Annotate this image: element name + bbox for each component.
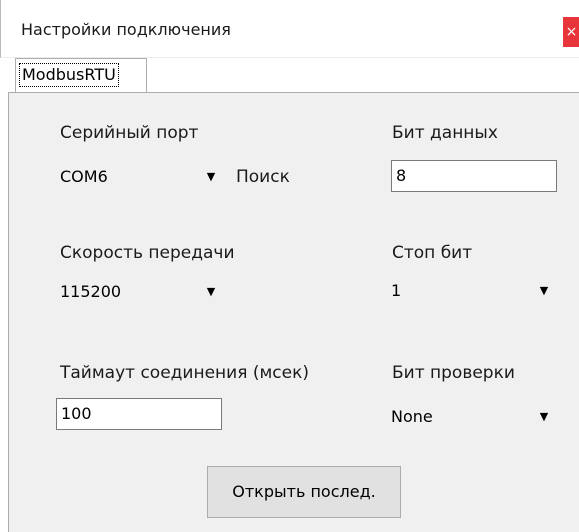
baud-rate-label: Скорость передачи	[60, 243, 235, 263]
window-title: Настройки подключения	[21, 20, 231, 39]
timeout-input[interactable]: 100	[56, 398, 222, 430]
tab-label: ModbusRTU	[19, 63, 119, 87]
chevron-down-icon: ▼	[539, 284, 549, 297]
chevron-down-icon: ▼	[206, 285, 216, 298]
close-button[interactable]: ×	[563, 17, 579, 47]
timeout-label: Таймаут соединения (мсек)	[60, 363, 309, 383]
baud-rate-select[interactable]: 115200 ▼	[60, 276, 220, 308]
chevron-down-icon: ▼	[206, 170, 216, 183]
parity-select[interactable]: None ▼	[391, 401, 553, 433]
parity-value: None	[391, 407, 433, 426]
serial-port-select[interactable]: COM6 ▼	[60, 161, 220, 193]
serial-port-value: COM6	[60, 167, 108, 186]
chevron-down-icon: ▼	[539, 410, 549, 423]
stop-bits-value: 1	[391, 281, 402, 300]
stop-bits-select[interactable]: 1 ▼	[391, 275, 553, 307]
data-bits-input[interactable]: 8	[391, 160, 557, 192]
tab-modbusrtu[interactable]: ModbusRTU	[15, 58, 147, 92]
serial-port-label: Серийный порт	[60, 123, 199, 143]
stop-bits-label: Стоп бит	[392, 243, 473, 263]
baud-rate-value: 115200	[60, 282, 122, 301]
parity-label: Бит проверки	[392, 363, 515, 383]
close-icon: ×	[565, 24, 578, 40]
title-bar: Настройки подключения ×	[0, 0, 579, 58]
data-bits-label: Бит данных	[392, 123, 498, 143]
open-port-button[interactable]: Открыть послед.	[207, 466, 401, 518]
search-button[interactable]: Поиск	[236, 167, 290, 187]
